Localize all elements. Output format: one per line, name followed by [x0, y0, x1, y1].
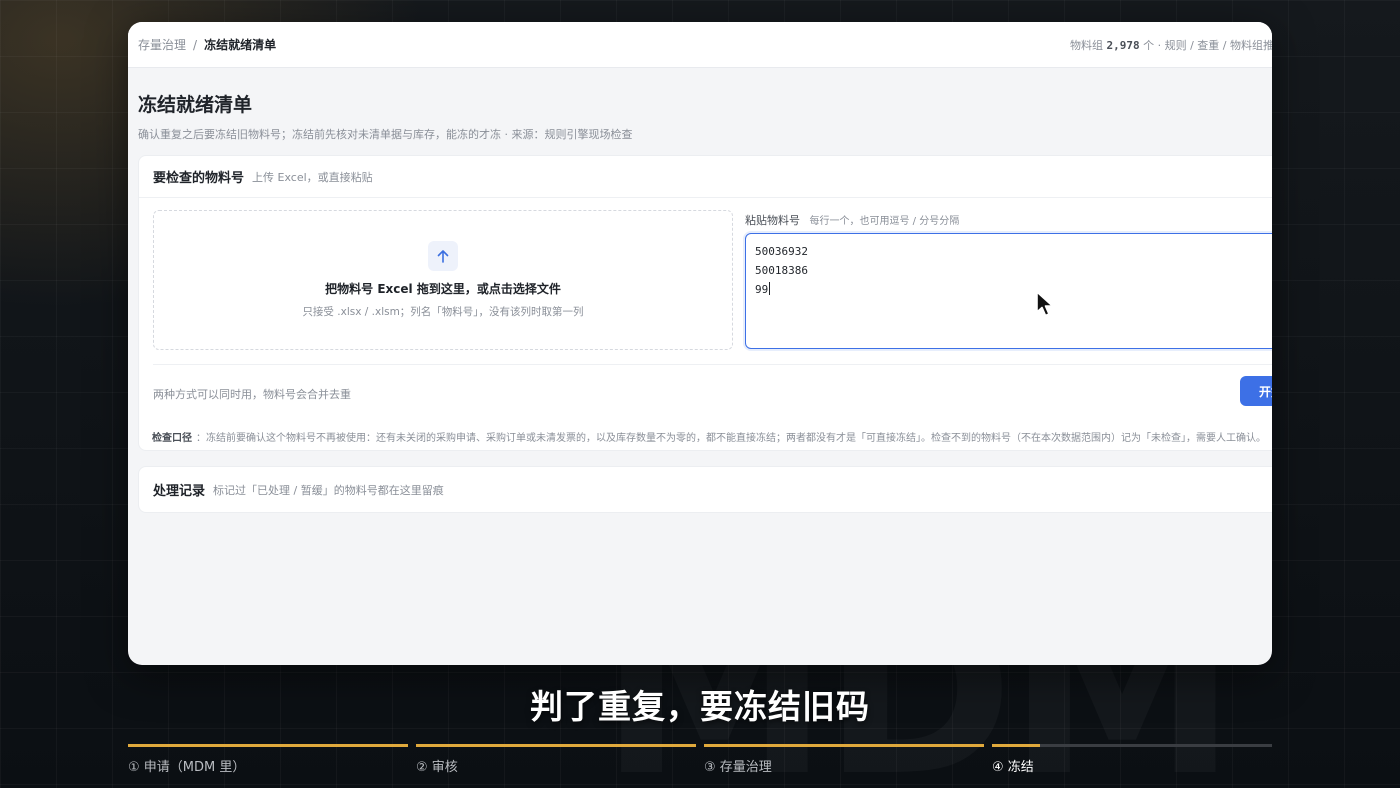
- topbar-stats-count: 2,978: [1106, 39, 1140, 52]
- step-freeze: ④ 冻结: [992, 744, 1272, 775]
- paste-line-active: 99: [755, 280, 1272, 299]
- top-bar: 存量治理 / 冻结就绪清单 物料组 2,978 个 · 规则 / 查重 / 物料…: [128, 22, 1272, 68]
- rule-note: 检查口径 ：冻结前要确认这个物料号不再被使用：还有未关闭的采购申请、采购订单或未…: [138, 423, 1272, 450]
- topbar-stats-prefix: 物料组: [1069, 39, 1103, 52]
- dropzone-title: 把物料号 Excel 拖到这里，或点击选择文件: [325, 282, 561, 296]
- text-caret: [769, 282, 771, 295]
- topbar-stats-suffix: 个 · 规则 / 查重 / 物料组推: [1143, 39, 1272, 52]
- step-progress-bar: [128, 744, 408, 747]
- step-label: ① 申请（MDM 里）: [128, 760, 246, 775]
- step-label: ③ 存量治理: [704, 760, 772, 775]
- input-card-title: 要检查的物料号: [153, 171, 245, 186]
- upload-arrow-icon: [428, 241, 458, 271]
- paste-textarea[interactable]: 50036932 50018386 99: [745, 233, 1272, 349]
- step-label: ④ 冻结: [992, 760, 1034, 775]
- divider: [153, 364, 1272, 365]
- step-progress-bar: [704, 744, 984, 747]
- paste-label-text: 粘贴物料号: [745, 214, 800, 227]
- paste-line: 50018386: [755, 264, 808, 277]
- dropzone-hint: 只接受 .xlsx / .xlsm；列名「物料号」，没有该列时取第一列: [302, 306, 584, 318]
- step-label: ② 审核: [416, 760, 458, 775]
- breadcrumb-current: 冻结就绪清单: [204, 38, 277, 52]
- app-window: 存量治理 / 冻结就绪清单 物料组 2,978 个 · 规则 / 查重 / 物料…: [128, 22, 1272, 665]
- input-card-subtitle: 上传 Excel，或直接粘贴: [252, 170, 373, 184]
- paste-line: 50036932: [755, 245, 808, 258]
- log-card-subtitle: 标记过「已处理 / 暂缓」的物料号都在这里留痕: [213, 483, 444, 497]
- input-card-header: 要检查的物料号 上传 Excel，或直接粘贴: [139, 156, 1272, 198]
- step-progress-fill: [416, 744, 696, 747]
- step-apply: ① 申请（MDM 里）: [128, 744, 408, 775]
- paste-label: 粘贴物料号 每行一个，也可用逗号 / 分号分隔: [745, 212, 959, 228]
- step-progress-bar: [992, 744, 1272, 747]
- rule-label: 检查口径: [152, 433, 192, 444]
- step-progress-bar: [416, 744, 696, 747]
- log-card[interactable]: 处理记录 标记过「已处理 / 暂缓」的物料号都在这里留痕: [138, 466, 1272, 513]
- page-description: 确认重复之后要冻结旧物料号；冻结前先核对未清单据与库存，能冻的才冻 · 来源：规…: [138, 128, 633, 141]
- video-subtitle: 判了重复，要冻结旧码: [530, 687, 870, 726]
- merge-note: 两种方式可以同时用，物料号会合并去重: [153, 388, 351, 401]
- step-governance: ③ 存量治理: [704, 744, 984, 775]
- breadcrumb-separator: /: [193, 37, 198, 52]
- log-card-header[interactable]: 处理记录 标记过「已处理 / 暂缓」的物料号都在这里留痕: [139, 467, 1272, 512]
- step-progress-fill: [128, 744, 408, 747]
- rule-text: ：冻结前要确认这个物料号不再被使用：还有未关闭的采购申请、采购订单或未清发票的，…: [196, 433, 1266, 444]
- page-title: 冻结就绪清单: [138, 94, 253, 116]
- paste-line-text: 99: [755, 283, 769, 296]
- step-review: ② 审核: [416, 744, 696, 775]
- step-progress-fill: [704, 744, 984, 747]
- step-progress-fill: [992, 744, 1040, 747]
- paste-label-hint: 每行一个，也可用逗号 / 分号分隔: [809, 216, 960, 227]
- breadcrumb-parent[interactable]: 存量治理: [138, 36, 186, 53]
- topbar-stats: 物料组 2,978 个 · 规则 / 查重 / 物料组推: [1070, 37, 1272, 53]
- progress-steps: ① 申请（MDM 里） ② 审核 ③ 存量治理 ④ 冻结: [128, 744, 1272, 784]
- mouse-pointer-icon: [1036, 291, 1054, 317]
- start-check-button[interactable]: 开始: [1240, 376, 1272, 406]
- log-card-title: 处理记录: [153, 484, 206, 499]
- excel-dropzone[interactable]: 把物料号 Excel 拖到这里，或点击选择文件 只接受 .xlsx / .xls…: [153, 210, 733, 350]
- input-card: 要检查的物料号 上传 Excel，或直接粘贴 把物料号 Excel 拖到这里，或…: [138, 155, 1272, 451]
